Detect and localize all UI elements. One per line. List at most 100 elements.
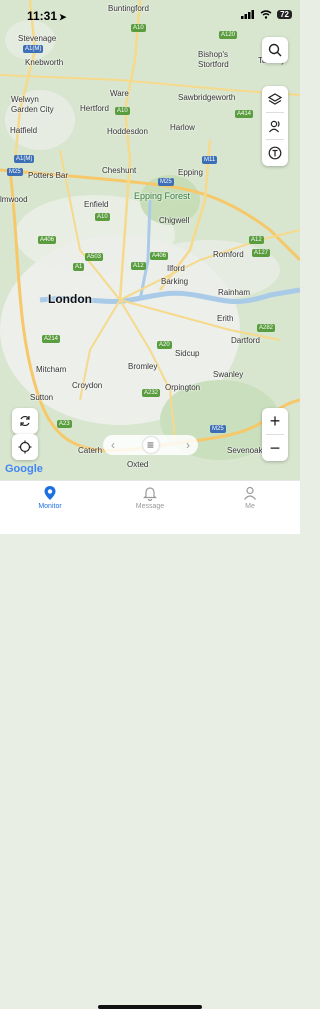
place-chigwell: Chigwell (159, 216, 190, 225)
place-caterham: Caterh (78, 446, 103, 455)
place-orpington: Orpington (165, 383, 201, 392)
road-a12-mid: A12 (131, 262, 146, 270)
panel-handle[interactable]: ‹ ≡ › (103, 435, 198, 455)
road-a1m-left: A1(M) (14, 155, 35, 163)
road-a10-low: A10 (95, 213, 110, 221)
road-m25-bottom: M25 (210, 425, 226, 433)
place-welwyn: Welwyn Garden City (11, 95, 54, 114)
place-barking: Barking (161, 277, 189, 286)
road-m25-left: M25 (7, 168, 23, 176)
battery-indicator: 72 (277, 10, 292, 19)
place-bromley: Bromley (128, 362, 158, 371)
road-a20: A20 (157, 341, 172, 349)
google-logo-text: Google (5, 463, 43, 475)
place-london: London (48, 292, 92, 306)
search-control[interactable] (262, 37, 288, 63)
road-a214: A214 (42, 335, 61, 343)
place-hatfield: Hatfield (10, 126, 38, 135)
google-logo: Google (5, 463, 43, 475)
place-hoddesdon: Hoddesdon (107, 127, 148, 136)
road-m25-mid: M25 (158, 178, 174, 186)
zoom-control: + − (262, 408, 288, 461)
locate-button[interactable] (12, 434, 38, 460)
layers-icon (268, 93, 282, 105)
location-pin-icon (44, 486, 56, 500)
place-cheshunt: Cheshunt (102, 166, 137, 175)
road-a127: A127 (252, 249, 271, 257)
place-epping: Epping (178, 168, 203, 177)
contacts-button[interactable] (262, 113, 288, 139)
contacts-icon (269, 120, 280, 133)
road-a406-left: A406 (38, 236, 57, 244)
road-a1m-top: A1(M) (23, 45, 44, 53)
tab-monitor-label: Monitor (38, 503, 62, 510)
place-bishops-stortford: Bishop's Stortford (198, 50, 229, 69)
map-view[interactable]: Buntingford Stevenage Knebworth Bishop's… (0, 0, 300, 480)
layers-button[interactable] (262, 86, 288, 112)
place-epping-forest: Epping Forest (134, 191, 191, 201)
road-a503: A503 (85, 253, 104, 261)
place-stevenage: Stevenage (18, 34, 57, 43)
place-sevenoaks: Sevenoaks (227, 446, 267, 455)
road-a406-right: A406 (150, 252, 169, 260)
traffic-button[interactable] (262, 140, 288, 166)
home-indicator (98, 1005, 202, 1009)
user-icon (244, 486, 256, 500)
zoom-out-button[interactable]: − (262, 435, 288, 461)
status-bar: 11:31 ➤ 72 (0, 0, 300, 32)
tab-message-label: Message (135, 503, 165, 510)
road-a232: A232 (142, 389, 161, 397)
place-ilford: Ilford (167, 264, 185, 273)
chevron-right-icon[interactable]: › (186, 438, 190, 452)
chevron-left-icon[interactable]: ‹ (111, 438, 115, 452)
search-button[interactable] (262, 37, 288, 63)
place-knebworth: Knebworth (25, 58, 64, 67)
tab-me-label: Me (245, 503, 255, 510)
place-sutton: Sutton (30, 393, 54, 402)
place-enfield: Enfield (84, 200, 109, 209)
place-romford: Romford (213, 250, 244, 259)
tab-me[interactable]: Me (220, 485, 280, 510)
wifi-icon (260, 10, 272, 19)
road-a10-mid: A10 (115, 107, 130, 115)
tab-bar: Monitor Message Me (0, 480, 300, 1009)
crosshair-icon (18, 440, 32, 454)
status-icons: 72 (241, 10, 292, 19)
status-time: 11:31 ➤ (27, 9, 67, 23)
place-ware: Ware (110, 89, 129, 98)
road-a1: A1 (73, 263, 85, 271)
place-potters-bar: Potters Bar (28, 171, 69, 180)
status-time-text: 11:31 (27, 9, 58, 23)
place-harlow: Harlow (170, 123, 195, 132)
place-mitcham: Mitcham (36, 365, 67, 374)
road-a120: A120 (219, 31, 238, 39)
traffic-icon (268, 146, 282, 160)
road-a282: A282 (257, 324, 276, 332)
signal-icon (241, 10, 255, 19)
road-a23: A23 (57, 420, 72, 428)
road-a12-right: A12 (249, 236, 264, 244)
locate-control[interactable] (12, 434, 38, 460)
place-rainham: Rainham (218, 288, 251, 297)
place-hertford: Hertford (80, 104, 109, 113)
drag-handle-icon[interactable]: ≡ (142, 437, 159, 453)
road-m11: M11 (202, 156, 218, 164)
place-dartford: Dartford (231, 336, 260, 345)
place-elmwood: lmwood (0, 195, 28, 204)
refresh-control[interactable] (12, 408, 38, 434)
map-tools-control (262, 86, 288, 166)
place-swanley: Swanley (213, 370, 244, 379)
place-oxted: Oxted (127, 460, 149, 469)
refresh-button[interactable] (12, 408, 38, 434)
place-erith: Erith (217, 314, 234, 323)
road-a414: A414 (235, 110, 254, 118)
bell-icon (143, 487, 157, 501)
tab-message[interactable]: Message (120, 485, 180, 510)
zoom-in-button[interactable]: + (262, 408, 288, 434)
tab-monitor[interactable]: Monitor (20, 485, 80, 510)
place-sawbridgeworth: Sawbridgeworth (178, 93, 236, 102)
location-arrow-icon: ➤ (59, 12, 67, 22)
search-icon (268, 43, 282, 57)
place-croydon: Croydon (72, 381, 103, 390)
place-sidcup: Sidcup (175, 349, 200, 358)
